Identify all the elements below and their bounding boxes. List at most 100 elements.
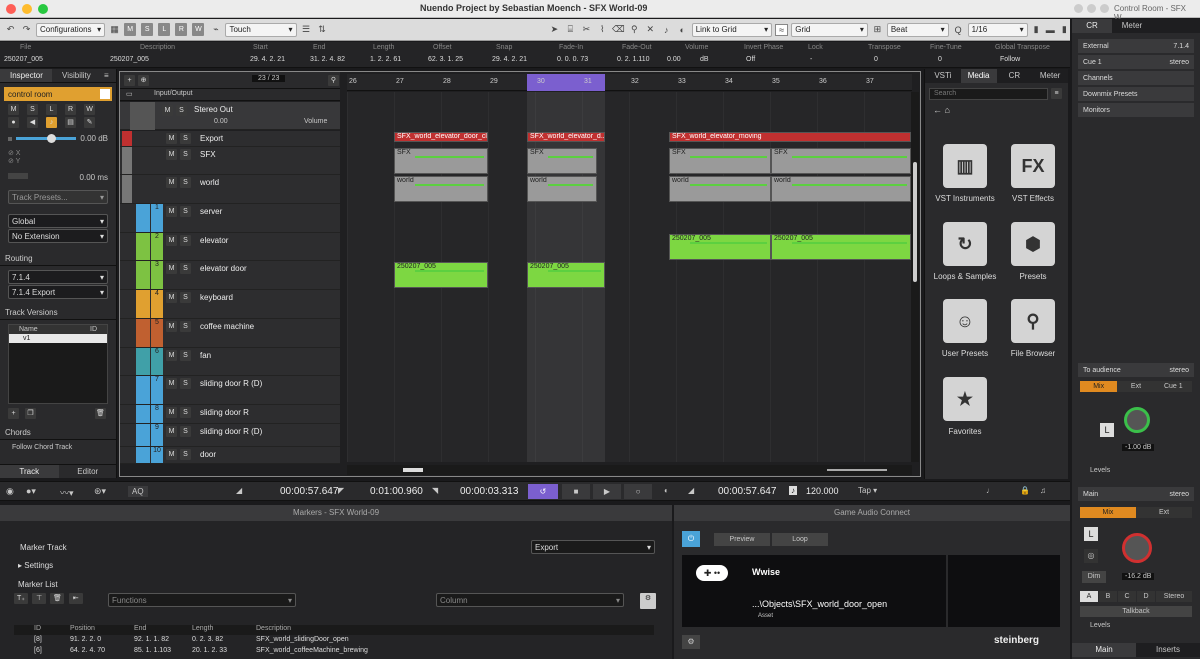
cr-to-audience[interactable]: To audience stereo — [1078, 363, 1194, 377]
version-row[interactable]: v1 — [9, 334, 107, 343]
read-button[interactable]: R — [175, 23, 188, 36]
range-tool-icon[interactable]: ⌸ — [564, 24, 577, 35]
beat-dropdown[interactable]: Beat ▾ — [886, 22, 949, 37]
arrange-scrollbar[interactable] — [347, 465, 912, 475]
position-secondary[interactable]: 00:00:57.647 — [718, 486, 776, 497]
redo-icon[interactable]: ↷ — [20, 24, 33, 35]
cr-tab-meter[interactable]: Meter — [1112, 19, 1152, 33]
event-clip[interactable]: 250207_005 — [669, 234, 771, 260]
cycle-button[interactable]: ↺ — [528, 484, 558, 499]
zoom-tool-icon[interactable]: ⚲ — [628, 24, 641, 35]
info-value[interactable]: 31. 2. 4. 82 — [310, 56, 345, 63]
color-tool-icon[interactable]: ◐ — [676, 25, 689, 35]
solo-all-button[interactable]: S — [141, 23, 154, 36]
split-icon[interactable]: ⇅ — [316, 24, 329, 35]
cr-tab-cr[interactable]: CR — [1072, 19, 1112, 33]
info-value[interactable]: Follow — [1000, 56, 1020, 63]
column-dropdown[interactable]: Column ▾ — [436, 593, 624, 607]
event-clip[interactable]: SFX_world_elevator_d...en — [527, 132, 605, 142]
play-button[interactable]: ▶ — [593, 484, 621, 499]
event-clip[interactable]: world — [527, 176, 597, 202]
edit-icon[interactable] — [100, 89, 110, 99]
quantize-icon[interactable]: Q — [952, 25, 965, 35]
wave-icon[interactable]: 〰▾ — [60, 486, 74, 499]
inspector-track-header[interactable]: control room — [4, 87, 112, 101]
media-tab[interactable]: Meter — [1032, 69, 1068, 83]
left-locator-icon[interactable]: ◤ — [338, 486, 344, 495]
duplicate-version-icon[interactable]: ❐ — [25, 408, 36, 419]
info-value[interactable]: - — [810, 56, 812, 63]
info-value[interactable]: 0 — [938, 56, 942, 63]
marker-column-header[interactable]: Position — [70, 625, 95, 632]
locator-left-icon[interactable]: ◢ — [236, 486, 242, 495]
range-length[interactable]: 00:00:03.313 — [460, 486, 518, 497]
marker-row[interactable]: [6] 64. 2. 4. 70 85. 1. 1.103 20. 1. 2. 33 S… — [14, 647, 654, 658]
v-scroll-thumb[interactable] — [913, 162, 917, 282]
route-input-dropdown[interactable]: 7.1.4 ▾ — [8, 270, 108, 284]
media-tab[interactable]: CR — [997, 69, 1033, 83]
info-value[interactable]: Off — [746, 56, 755, 63]
h-scroll-thumb[interactable] — [403, 468, 423, 472]
event-clip[interactable]: SFX — [771, 148, 911, 174]
media-tab[interactable]: VSTi — [925, 69, 961, 83]
delete-marker-icon[interactable]: 🗑 — [50, 593, 65, 604]
erase-tool-icon[interactable]: ⌫ — [612, 24, 625, 35]
tap-dropdown[interactable]: Tap ▾ — [858, 486, 877, 495]
snap-icon[interactable]: ≈ — [775, 23, 789, 36]
cr-main-l-button[interactable]: L — [1084, 527, 1098, 541]
cr-zoom-dot[interactable] — [1100, 4, 1109, 13]
routing-section[interactable]: Routing — [0, 251, 116, 266]
punch-icon[interactable]: ⊛▾ — [94, 486, 106, 497]
automation-icon[interactable]: ⌁ — [209, 24, 222, 35]
automation-mode-dropdown[interactable]: Touch ▾ — [225, 22, 297, 37]
cr-tab-inserts[interactable]: Inserts — [1136, 643, 1200, 657]
info-value[interactable]: 62. 3. 1. 25 — [428, 56, 463, 63]
insp-edit-icon[interactable]: ✎ — [84, 117, 95, 128]
insp-lane-icon[interactable]: ▤ — [65, 117, 76, 128]
cr-talkback[interactable]: Talkback — [1080, 606, 1192, 617]
zoom-slider[interactable] — [827, 469, 887, 471]
back-icon[interactable]: ← — [933, 105, 942, 115]
cr-dim-button[interactable]: Dim — [1082, 571, 1106, 583]
cr-main-ext[interactable]: Ext — [1136, 507, 1192, 518]
locate-marker-icon[interactable]: ⇤ — [68, 593, 83, 604]
zoom-dot[interactable] — [38, 4, 48, 14]
media-tile[interactable]: FX VST Effects — [993, 144, 1073, 203]
event-clip[interactable]: SFX — [527, 148, 597, 174]
gac-preview-button[interactable]: Preview — [714, 533, 770, 546]
record-button[interactable]: ○ — [624, 484, 652, 499]
info-value[interactable]: 29. 4. 2. 21 — [250, 56, 285, 63]
bars-icon[interactable]: ☰ — [300, 24, 313, 35]
info-value[interactable]: 0. 2. 1.110 — [617, 56, 650, 63]
info-value[interactable]: 250207_005 — [4, 56, 43, 63]
event-clip[interactable]: 250207_005 — [771, 234, 911, 260]
cr-min-dot[interactable] — [1087, 4, 1096, 13]
insp-volume-slider[interactable] — [16, 134, 77, 143]
configurations-dropdown[interactable]: Configurations ▾ — [35, 22, 106, 37]
marker-settings-icon[interactable]: ⚙ — [640, 593, 656, 609]
record-mode-icon[interactable]: ●▾ — [26, 486, 36, 497]
quantize-grid-icon[interactable]: ⊞ — [871, 24, 884, 35]
info-value[interactable]: 1. 2. 2. 61 — [370, 56, 401, 63]
insp-write[interactable]: W — [84, 104, 95, 115]
media-tile[interactable]: ⚲ File Browser — [993, 299, 1073, 358]
cr-main-mix[interactable]: Mix — [1080, 507, 1136, 518]
cr-main-knob[interactable] — [1122, 533, 1152, 563]
functions-dropdown[interactable]: Functions ▾ — [108, 593, 296, 607]
close-dot[interactable] — [6, 4, 16, 14]
right-zone-icon[interactable]: ▮ — [1059, 24, 1070, 35]
marker-column-header[interactable]: End — [134, 625, 146, 632]
tab-editor[interactable]: Editor — [59, 465, 118, 478]
speaker-set-button[interactable]: Stereo — [1156, 591, 1192, 602]
global-dropdown[interactable]: Global ▾ — [8, 214, 108, 228]
cr-aud-cue[interactable]: Cue 1 — [1154, 381, 1192, 392]
event-clip[interactable]: SFX — [394, 148, 488, 174]
info-value[interactable]: 0.00 — [667, 56, 681, 63]
cr-audience-knob[interactable] — [1124, 407, 1150, 433]
insp-mute[interactable]: M — [8, 104, 19, 115]
extension-dropdown[interactable]: No Extension ▾ — [8, 229, 108, 243]
cr-aud-ext[interactable]: Ext — [1117, 381, 1155, 392]
insp-volume-row[interactable]: 0.00 dB — [8, 134, 108, 143]
cr-aud-mix[interactable]: Mix — [1080, 381, 1118, 392]
add-version-icon[interactable]: + — [8, 408, 19, 419]
